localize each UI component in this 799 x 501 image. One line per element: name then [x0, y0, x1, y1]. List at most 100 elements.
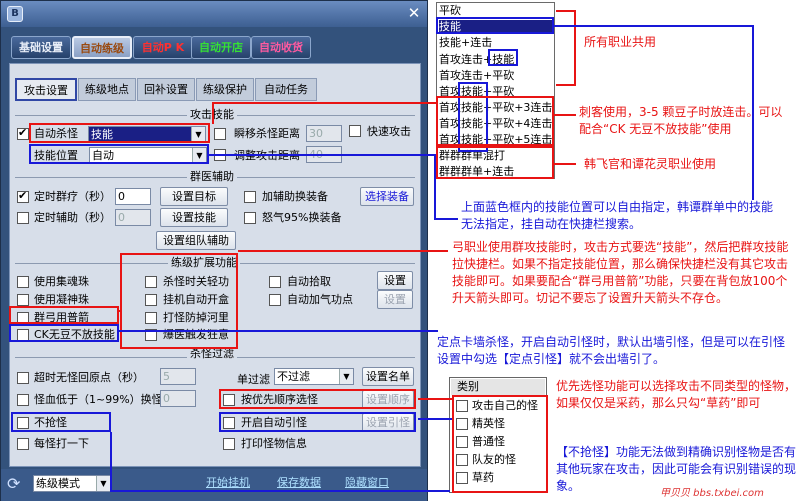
connector-line	[110, 490, 450, 492]
set-target-button[interactable]: 设置目标	[160, 187, 228, 206]
annotation-box	[29, 144, 209, 164]
annotation-box	[452, 395, 548, 493]
shift-dist-checkbox[interactable]	[214, 128, 226, 140]
connector-line	[238, 250, 448, 252]
auto-points-checkbox[interactable]	[269, 294, 281, 306]
timed-group-checkbox[interactable]	[17, 189, 29, 203]
annotation-box	[436, 17, 554, 34]
nav-basic-settings[interactable]: 基础设置	[11, 36, 71, 59]
chevron-down-icon: ▼	[339, 369, 353, 384]
print-info-checkbox[interactable]	[223, 438, 235, 450]
rage-label: 怒气95%换装备	[262, 211, 342, 224]
set-names-button[interactable]: 设置名单	[362, 367, 414, 386]
nav-auto-pk[interactable]: 自动P K	[133, 36, 193, 59]
timed-aux-label: 定时辅助（秒）	[34, 211, 111, 224]
note-blue-box: 上面蓝色框内的技能位置可以自由指定，韩谭群单中的技能无法指定，挂自动在快捷栏搜索…	[461, 200, 774, 231]
section-monster-filter: 杀怪过滤	[187, 347, 237, 361]
add-aux-checkbox[interactable]	[244, 191, 256, 203]
title-bar[interactable]: B ✕	[1, 1, 427, 27]
name-filter-label: 单过滤	[237, 373, 270, 386]
use-soul-checkbox[interactable]	[17, 276, 29, 288]
tab-protection[interactable]: 练级保护	[196, 78, 254, 101]
watermark: 甲贝贝 bbs.txbei.com	[660, 488, 764, 499]
annotation-box	[219, 412, 416, 432]
auto-points-label: 自动加气功点	[287, 293, 353, 306]
connector-line	[554, 25, 754, 27]
set-party-aux-button[interactable]: 设置组队辅助	[156, 231, 236, 250]
print-info-label: 打印怪物信息	[241, 437, 307, 450]
refresh-icon[interactable]: ⟳	[7, 474, 27, 494]
annotation-box	[436, 96, 554, 146]
tab-auto-quest[interactable]: 自动任务	[255, 78, 317, 101]
points-settings-button[interactable]: 设置	[377, 290, 413, 309]
each-hit-label: 每怪打一下	[34, 437, 89, 450]
connector-line	[418, 398, 452, 400]
tab-attack-settings[interactable]: 攻击设置	[15, 78, 77, 101]
select-equip-button[interactable]: 选择装备	[360, 187, 414, 206]
connector-line	[418, 418, 452, 420]
nav-label: 自动开店	[199, 41, 243, 54]
save-link[interactable]: 保存数据	[277, 475, 321, 491]
list-item[interactable]: 平砍	[439, 4, 461, 18]
name-filter-select[interactable]: 不过滤 ▼	[274, 368, 354, 385]
annotation-box	[120, 253, 238, 349]
use-ning-checkbox[interactable]	[17, 294, 29, 306]
annotation-box	[9, 306, 119, 324]
nav-label: 自动练级	[80, 42, 124, 55]
timeout-return-label: 超时无怪回原点（秒）	[34, 371, 144, 384]
start-link[interactable]: 开始挂机	[206, 475, 250, 491]
auto-pick-checkbox[interactable]	[269, 276, 281, 288]
quick-attack-checkbox[interactable]	[349, 125, 361, 137]
timed-aux-input[interactable]: 0	[115, 209, 151, 226]
list-item[interactable]: 技能+连击	[439, 36, 492, 50]
connector-line	[118, 330, 438, 332]
connector-line	[434, 218, 458, 220]
connector-line	[212, 102, 436, 104]
annotation-box	[11, 412, 111, 432]
annotation-box	[488, 49, 518, 66]
nav-auto-receive[interactable]: 自动收货	[251, 36, 311, 59]
tab-leveling-location[interactable]: 练级地点	[78, 78, 136, 101]
hp-low-input[interactable]: 0	[160, 390, 196, 407]
quick-attack-label: 快速攻击	[367, 125, 411, 138]
hp-low-checkbox[interactable]	[17, 394, 29, 406]
shift-dist-input[interactable]: 30	[306, 125, 342, 142]
auto-kill-checkbox[interactable]	[17, 126, 29, 140]
nav-label: 自动收货	[259, 41, 303, 54]
list-header: 类别	[451, 379, 545, 395]
each-hit-checkbox[interactable]	[17, 438, 29, 450]
timed-aux-checkbox[interactable]	[17, 212, 29, 224]
note-han-tan: 韩飞官和谭花灵职业使用	[584, 157, 717, 171]
note-priority: 优先选怪功能可以选择攻击不同类型的怪物，如果仅仅是采药，那么只勾“草药”即可	[556, 379, 797, 410]
connector-line	[209, 154, 436, 156]
use-ning-label: 使用凝神珠	[34, 293, 89, 306]
mode-value: 练级模式	[36, 477, 80, 490]
connector-line	[434, 154, 436, 220]
pick-settings-button[interactable]: 设置	[377, 271, 413, 290]
timeout-input[interactable]: 5	[160, 368, 196, 385]
nav-label: 自动P K	[141, 41, 185, 54]
connector-line	[554, 163, 576, 165]
hide-link[interactable]: 隐藏窗口	[345, 475, 389, 491]
timed-group-input[interactable]: 0	[115, 188, 151, 205]
name-filter-value: 不过滤	[277, 370, 310, 383]
mode-select[interactable]: 练级模式 ▼	[33, 475, 111, 492]
set-skill-button[interactable]: 设置技能	[160, 208, 228, 227]
note-assassin: 刺客使用，3-5 颗豆子时放连击。可以配合“CK 无豆不放技能”使用	[579, 105, 783, 136]
auto-pick-label: 自动拾取	[287, 275, 331, 288]
screenshot-canvas: B ✕ 基础设置 自动练级 自动P K 自动开店 自动收货 攻击设置 练级地点 …	[0, 0, 799, 501]
connector-line	[118, 310, 122, 312]
tab-recovery[interactable]: 回补设置	[137, 78, 195, 101]
connector-line	[556, 84, 576, 86]
nav-auto-leveling[interactable]: 自动练级	[72, 36, 132, 59]
nav-auto-shop[interactable]: 自动开店	[191, 36, 251, 59]
timed-group-label: 定时群疗（秒）	[34, 190, 111, 203]
note-lure: 定点卡墙杀怪，开启自动引怪时，默认出墙引怪，但是可以在引怪设置中勾选【定点引怪】…	[437, 335, 786, 366]
rage-checkbox[interactable]	[244, 212, 256, 224]
list-item[interactable]: 首攻连击+平砍	[439, 69, 514, 83]
section-group-assist: 群医辅助	[187, 170, 237, 184]
timeout-return-checkbox[interactable]	[17, 372, 29, 384]
close-icon[interactable]: ✕	[405, 4, 423, 22]
shift-dist-label: 瞬移杀怪距离	[234, 127, 300, 140]
app-icon: B	[7, 6, 23, 22]
